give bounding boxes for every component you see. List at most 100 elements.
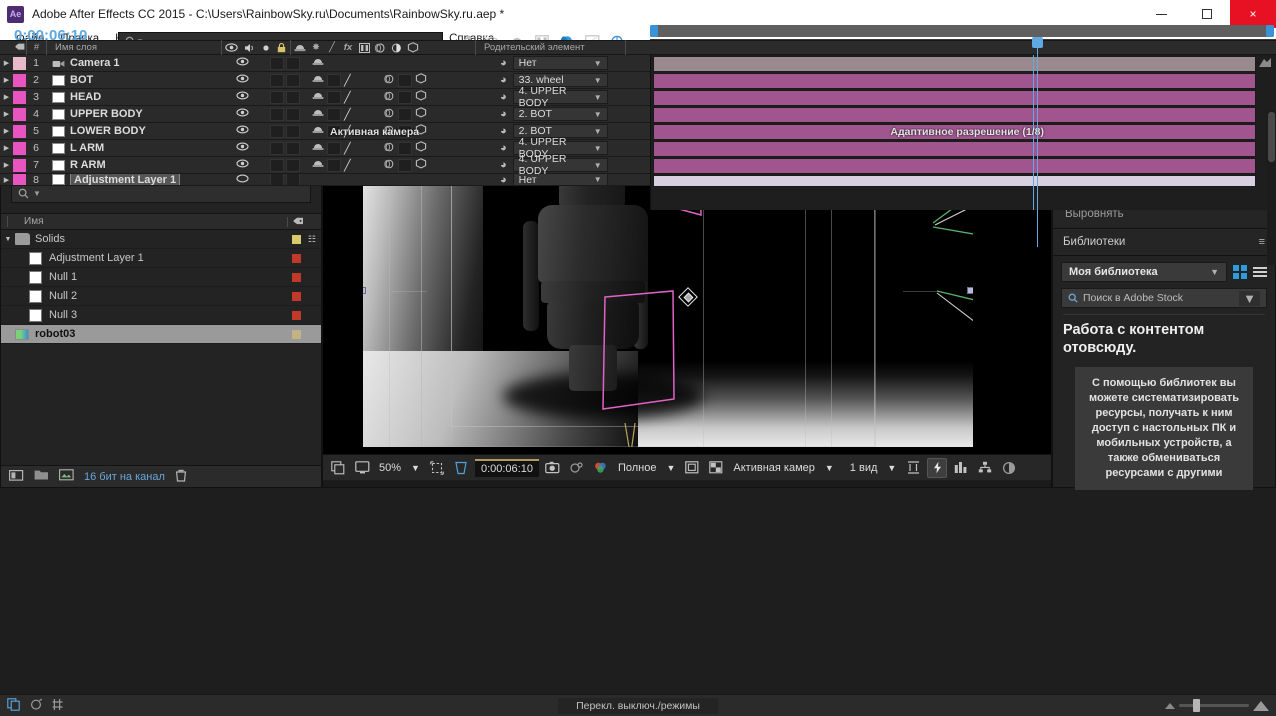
3d-toggle[interactable] bbox=[415, 90, 427, 104]
parent-select[interactable]: Нет▼ bbox=[513, 56, 608, 70]
layer-name[interactable]: HEAD bbox=[70, 91, 101, 103]
column-parent[interactable]: Родительский элемент bbox=[475, 40, 625, 55]
layer-bar[interactable] bbox=[653, 141, 1256, 157]
column-number[interactable]: # bbox=[26, 40, 46, 55]
zoom-out-icon[interactable] bbox=[1165, 703, 1175, 709]
parent-select[interactable]: 4. UPPER BODY▼ bbox=[513, 158, 608, 172]
lock-toggle[interactable] bbox=[286, 74, 300, 87]
quality-toggle[interactable]: ╱ bbox=[344, 108, 351, 121]
tag-icon[interactable] bbox=[13, 40, 26, 55]
layer-name[interactable]: Camera 1 bbox=[70, 57, 120, 69]
toggle-switches-label[interactable]: Перекл. выключ./режимы bbox=[558, 698, 718, 714]
chevron-down-icon[interactable]: ▼ bbox=[884, 463, 899, 473]
layer-bar[interactable] bbox=[653, 175, 1256, 187]
new-comp-icon[interactable] bbox=[9, 469, 24, 485]
eye-icon[interactable] bbox=[221, 40, 241, 55]
label-color-swatch[interactable] bbox=[13, 57, 26, 70]
project-settings-icon[interactable] bbox=[59, 469, 74, 484]
lock-toggle[interactable] bbox=[286, 91, 300, 104]
parent-pickwhip-icon[interactable]: ◕ bbox=[500, 91, 507, 103]
parent-pickwhip-icon[interactable]: ◕ bbox=[500, 159, 507, 171]
project-column-name[interactable]: Имя bbox=[7, 216, 287, 227]
3d-toggle[interactable] bbox=[415, 158, 427, 172]
chevron-down-icon[interactable]: ▼ bbox=[1239, 291, 1260, 306]
lock-toggle[interactable] bbox=[286, 57, 300, 70]
monitor-icon[interactable] bbox=[352, 458, 372, 478]
solo-toggle[interactable] bbox=[270, 91, 284, 104]
comp-flowchart-icon[interactable] bbox=[975, 458, 995, 478]
region-frame-icon[interactable] bbox=[682, 458, 702, 478]
project-row-solids[interactable]: ▼ Solids ☷ bbox=[1, 230, 321, 249]
adjustment-toggle[interactable] bbox=[398, 91, 412, 104]
quality-toggle[interactable]: ╱ bbox=[344, 91, 351, 104]
shy-toggle[interactable] bbox=[312, 142, 324, 155]
project-row-robot03[interactable]: robot03 bbox=[1, 325, 321, 344]
show-snapshot-icon[interactable] bbox=[567, 458, 587, 478]
eye-icon[interactable] bbox=[236, 74, 249, 86]
fast-preview-icon[interactable] bbox=[927, 458, 947, 478]
layer-bar[interactable] bbox=[653, 158, 1256, 174]
adjustment-layer-icon[interactable] bbox=[388, 40, 404, 55]
parent-select[interactable]: 2. BOT▼ bbox=[513, 107, 608, 121]
lock-toggle[interactable] bbox=[286, 108, 300, 121]
adobe-stock-search-input[interactable]: Поиск в Adobe Stock ▼ bbox=[1061, 288, 1267, 308]
lock-toggle[interactable] bbox=[286, 125, 300, 138]
solo-toggle[interactable] bbox=[270, 108, 284, 121]
parent-pickwhip-icon[interactable]: ◕ bbox=[500, 142, 507, 154]
graph-footer-icon[interactable] bbox=[52, 698, 63, 714]
layer-bar[interactable] bbox=[653, 56, 1256, 72]
shy-toggle[interactable] bbox=[312, 91, 324, 104]
parent-pickwhip-icon[interactable]: ◕ bbox=[500, 74, 507, 86]
collapse-toggle[interactable] bbox=[327, 142, 341, 155]
shy-icon[interactable] bbox=[290, 40, 308, 55]
adjustment-toggle[interactable] bbox=[398, 142, 412, 155]
lock-toggle[interactable] bbox=[286, 142, 300, 155]
timeline-zoom-slider[interactable] bbox=[1179, 704, 1249, 707]
collapse-toggle[interactable] bbox=[327, 74, 341, 87]
motion-blur-toggle[interactable] bbox=[383, 74, 395, 87]
frame-blend-icon[interactable] bbox=[356, 40, 372, 55]
label-color-swatch[interactable] bbox=[13, 108, 26, 121]
layer-name[interactable]: Adjustment Layer 1 bbox=[70, 174, 180, 186]
delete-icon[interactable] bbox=[175, 469, 187, 485]
anchor-point-icon[interactable] bbox=[681, 290, 695, 304]
chevron-down-icon[interactable]: ▼ bbox=[822, 463, 837, 473]
layer-bar[interactable] bbox=[653, 90, 1256, 106]
solo-toggle[interactable] bbox=[270, 174, 284, 186]
layer-name[interactable]: LOWER BODY bbox=[70, 125, 146, 137]
label-color-swatch[interactable] bbox=[13, 74, 26, 87]
layer-name[interactable]: UPPER BODY bbox=[70, 108, 143, 120]
tag-icon[interactable] bbox=[287, 217, 309, 227]
adjustment-toggle[interactable] bbox=[398, 108, 412, 121]
project-row-null-1[interactable]: Null 1 bbox=[1, 268, 321, 287]
eye-icon[interactable] bbox=[236, 91, 249, 103]
adjustment-toggle[interactable] bbox=[398, 159, 412, 172]
solo-toggle[interactable] bbox=[270, 142, 284, 155]
parent-select[interactable]: Нет▼ bbox=[513, 174, 608, 186]
library-select[interactable]: Моя библиотека ▼ bbox=[1061, 262, 1227, 282]
work-area-bar[interactable] bbox=[650, 25, 1274, 37]
new-folder-icon[interactable] bbox=[34, 469, 49, 484]
quality-toggle[interactable]: ╱ bbox=[344, 142, 351, 155]
eye-icon[interactable] bbox=[236, 174, 249, 186]
toggle-switches-modes-icon[interactable] bbox=[7, 698, 21, 714]
project-row-adjustment-layer[interactable]: Adjustment Layer 1 bbox=[1, 249, 321, 268]
collapse-toggle[interactable] bbox=[327, 108, 341, 121]
pixel-aspect-icon[interactable] bbox=[903, 458, 923, 478]
motion-blur-toggle[interactable] bbox=[383, 142, 395, 155]
grid-guides-icon[interactable] bbox=[451, 458, 471, 478]
libraries-panel-menu-icon[interactable]: ≡ bbox=[1259, 236, 1265, 248]
parent-select[interactable]: 4. UPPER BODY▼ bbox=[513, 90, 608, 104]
collapse-toggle[interactable] bbox=[327, 91, 341, 104]
eye-icon[interactable] bbox=[236, 125, 249, 137]
view-layout-value[interactable]: 1 вид bbox=[847, 462, 881, 474]
zoom-level-value[interactable]: 50% bbox=[376, 462, 404, 474]
label-color-swatch[interactable] bbox=[13, 159, 26, 172]
layer-bar[interactable] bbox=[653, 107, 1256, 123]
project-row-null-2[interactable]: Null 2 bbox=[1, 287, 321, 306]
3d-layer-icon[interactable] bbox=[404, 40, 421, 55]
bit-depth-button[interactable]: 16 бит на канал bbox=[84, 471, 165, 483]
collapse-transform-icon[interactable]: ✸ bbox=[308, 40, 324, 55]
eye-icon[interactable] bbox=[236, 57, 249, 69]
motion-blur-toggle[interactable] bbox=[383, 91, 395, 104]
